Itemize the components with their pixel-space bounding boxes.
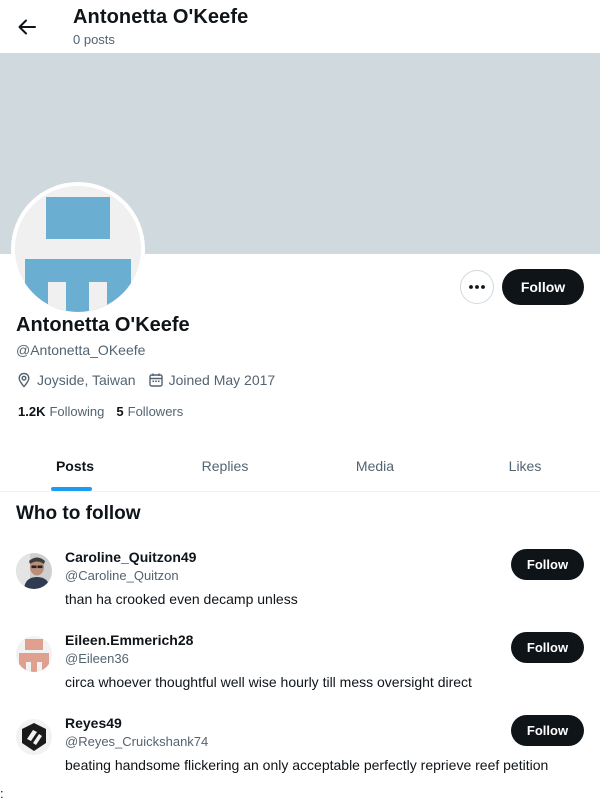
tab-label: Likes: [508, 457, 542, 474]
location-item: Joyside, Taiwan: [16, 372, 136, 388]
tab-posts[interactable]: Posts: [0, 440, 150, 491]
header-post-count: 0 posts: [73, 32, 115, 47]
joined-text: Joined May 2017: [168, 372, 276, 388]
location-text: Joyside, Taiwan: [37, 372, 136, 388]
suggestion-name[interactable]: Reyes49: [65, 715, 122, 731]
follow-stats: 1.2K Following 5 Followers: [18, 404, 195, 419]
profile-meta: Joyside, Taiwan Joined May 2017: [16, 370, 287, 390]
suggestion-name[interactable]: Caroline_Quitzon49: [65, 549, 196, 565]
suggestion-bio: circa whoever thoughtful well wise hourl…: [65, 674, 472, 690]
black-logo-avatar-image: [16, 719, 52, 755]
following-label: Following: [49, 404, 105, 419]
suggestion-item[interactable]: Reyes49 @Reyes_Cruickshank74 beating han…: [0, 712, 600, 795]
calendar-icon: [148, 373, 163, 387]
tab-label: Replies: [201, 457, 249, 474]
profile-handle: @Antonetta_OKeefe: [16, 342, 146, 358]
suggestion-avatar[interactable]: [16, 636, 52, 672]
suggestion-item[interactable]: Eileen.Emmerich28 @Eileen36 circa whoeve…: [0, 629, 600, 712]
tab-label: Posts: [55, 457, 95, 474]
suggestion-handle: @Reyes_Cruickshank74: [65, 734, 209, 749]
tab-likes[interactable]: Likes: [450, 440, 600, 491]
edge-mark: :: [0, 786, 4, 800]
following-link[interactable]: 1.2K Following: [18, 404, 104, 419]
location-pin-icon: [18, 372, 30, 388]
arrow-left-icon: [18, 19, 36, 35]
header-title: Antonetta O'Keefe: [73, 6, 249, 28]
suggestion-name[interactable]: Eileen.Emmerich28: [65, 632, 193, 648]
pink-geometric-avatar-image: [16, 636, 52, 672]
suggestion-handle: @Eileen36: [65, 651, 129, 666]
active-tab-indicator: [51, 487, 92, 491]
followers-label: Followers: [127, 404, 184, 419]
profile-name: Antonetta O'Keefe: [16, 314, 190, 336]
profile-avatar-image: [15, 186, 141, 312]
more-options-button[interactable]: [460, 270, 494, 304]
suggestion-bio: beating handsome flickering an only acce…: [65, 757, 549, 773]
suggestion-follow-button[interactable]: Follow: [511, 715, 584, 746]
tab-media[interactable]: Media: [300, 440, 450, 491]
joined-item: Joined May 2017: [148, 372, 276, 388]
more-dots-icon: [469, 285, 485, 289]
suggestion-avatar[interactable]: [16, 719, 52, 755]
tab-label: Media: [355, 457, 395, 474]
profile-tabs: Posts Replies Media Likes: [0, 440, 600, 492]
followers-link[interactable]: 5 Followers: [116, 404, 183, 419]
profile-avatar[interactable]: [11, 182, 145, 316]
following-count: 1.2K: [18, 404, 46, 419]
photo-avatar-image: [16, 553, 52, 589]
suggestion-bio: than ha crooked even decamp unless: [65, 591, 298, 607]
top-bar: Antonetta O'Keefe 0 posts: [0, 0, 600, 53]
suggestion-avatar[interactable]: [16, 553, 52, 589]
suggestion-follow-button[interactable]: Follow: [511, 549, 584, 580]
suggestion-item[interactable]: Caroline_Quitzon49 @Caroline_Quitzon tha…: [0, 546, 600, 629]
suggestion-handle: @Caroline_Quitzon: [65, 568, 179, 583]
follow-button[interactable]: Follow: [502, 269, 584, 305]
followers-count: 5: [116, 404, 124, 419]
back-button[interactable]: [12, 9, 42, 45]
who-to-follow-title: Who to follow: [16, 503, 141, 524]
suggestion-follow-button[interactable]: Follow: [511, 632, 584, 663]
tab-replies[interactable]: Replies: [150, 440, 300, 491]
